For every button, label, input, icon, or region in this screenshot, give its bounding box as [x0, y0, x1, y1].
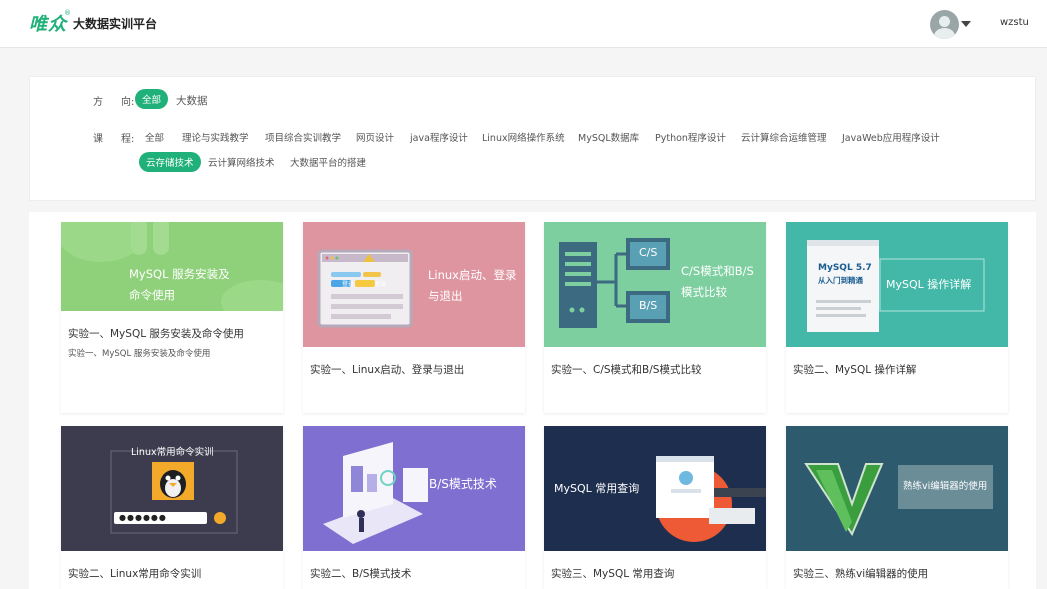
card-title[interactable]: 实验一、MySQL 服务安装及命令使用	[68, 326, 244, 341]
course-option[interactable]: Linux网络操作系统	[482, 130, 565, 144]
course-card[interactable]: ●●●●●● Linux常用命令实训 实验二、Linux常用命令实训	[61, 426, 283, 589]
username[interactable]: wzstu	[1000, 17, 1029, 28]
course-option-active[interactable]: 云存储技术	[139, 152, 201, 172]
direction-option-all[interactable]: 全部	[135, 89, 169, 109]
card-thumbnail: B/S模式技术	[303, 426, 525, 551]
course-option[interactable]: java程序设计	[410, 130, 468, 144]
chevron-down-icon[interactable]	[961, 21, 971, 27]
course-option[interactable]: 理论与实践教学	[182, 130, 249, 144]
direction-label-1: 方	[93, 97, 103, 108]
logo-registered: ®	[64, 9, 71, 17]
course-card[interactable]: 熟练vi编辑器的使用 实验三、熟练vi编辑器的使用	[786, 426, 1008, 589]
card-title[interactable]: 实验二、B/S模式技术	[310, 566, 411, 581]
course-card[interactable]: MySQL 5.7 从入门到精通 MySQL 操作详解 实验二、MySQL 操作…	[786, 222, 1008, 413]
card-thumbnail: MySQL 5.7 从入门到精通 MySQL 操作详解	[786, 222, 1008, 347]
card-title[interactable]: 实验二、MySQL 操作详解	[793, 362, 916, 377]
card-title[interactable]: 实验一、Linux启动、登录与退出	[310, 362, 464, 377]
card-title[interactable]: 实验三、MySQL 常用查询	[551, 566, 674, 581]
course-option[interactable]: 全部	[145, 130, 164, 144]
direction-label-2: 向:	[121, 97, 135, 108]
platform-title[interactable]: 大数据实训平台	[73, 15, 157, 32]
course-card[interactable]: C/S B/S C/S模式和B/S 模式比较 实验一、C/S模式和B/S模式比较	[544, 222, 766, 413]
avatar[interactable]	[930, 10, 959, 39]
card-thumbnail: ●●●●●● Linux常用命令实训	[61, 426, 283, 551]
course-card[interactable]: B/S模式技术 实验二、B/S模式技术	[303, 426, 525, 589]
course-card[interactable]: MySQL 服务安装及 命令使用 实验一、MySQL 服务安装及命令使用 实验一…	[61, 222, 283, 413]
top-header: 唯众 ® 大数据实训平台 wzstu	[0, 0, 1047, 48]
course-option[interactable]: 大数据平台的搭建	[290, 155, 366, 169]
course-card[interactable]: MySQL 常用查询 实验三、MySQL 常用查询	[544, 426, 766, 589]
course-option[interactable]: Python程序设计	[655, 130, 726, 144]
filter-panel: 方 向: 全部 大数据 课 程: 全部 理论与实践教学 项目综合实训教学 网页设…	[29, 76, 1036, 201]
card-thumbnail: MySQL 服务安装及 命令使用	[61, 222, 283, 311]
course-option[interactable]: MySQL数据库	[578, 130, 639, 144]
card-thumbnail: C/S B/S C/S模式和B/S 模式比较	[544, 222, 766, 347]
card-thumbnail: 熟练vi编辑器的使用	[786, 426, 1008, 551]
logo-mark[interactable]: 唯众	[29, 10, 67, 36]
card-thumbnail: MySQL 常用查询	[544, 426, 766, 551]
course-option[interactable]: 项目综合实训教学	[265, 130, 341, 144]
card-thumbnail: 登录 退出 Linux启动、登录 与退出	[303, 222, 525, 347]
card-description: 实验一、MySQL 服务安装及命令使用	[68, 349, 211, 359]
card-title[interactable]: 实验一、C/S模式和B/S模式比较	[551, 362, 701, 377]
card-title[interactable]: 实验二、Linux常用命令实训	[68, 566, 201, 581]
course-option[interactable]: JavaWeb应用程序设计	[842, 130, 940, 144]
course-label-1: 课	[93, 134, 103, 145]
course-option[interactable]: 云计算综合运维管理	[741, 130, 827, 144]
direction-option-bigdata[interactable]: 大数据	[176, 93, 208, 108]
course-option[interactable]: 云计算网络技术	[208, 155, 275, 169]
course-option[interactable]: 网页设计	[356, 130, 394, 144]
card-title[interactable]: 实验三、熟练vi编辑器的使用	[793, 566, 928, 581]
course-card[interactable]: 登录 退出 Linux启动、登录 与退出 实验一、Linux启动、登录与退出	[303, 222, 525, 413]
course-label-2: 程:	[121, 134, 135, 145]
